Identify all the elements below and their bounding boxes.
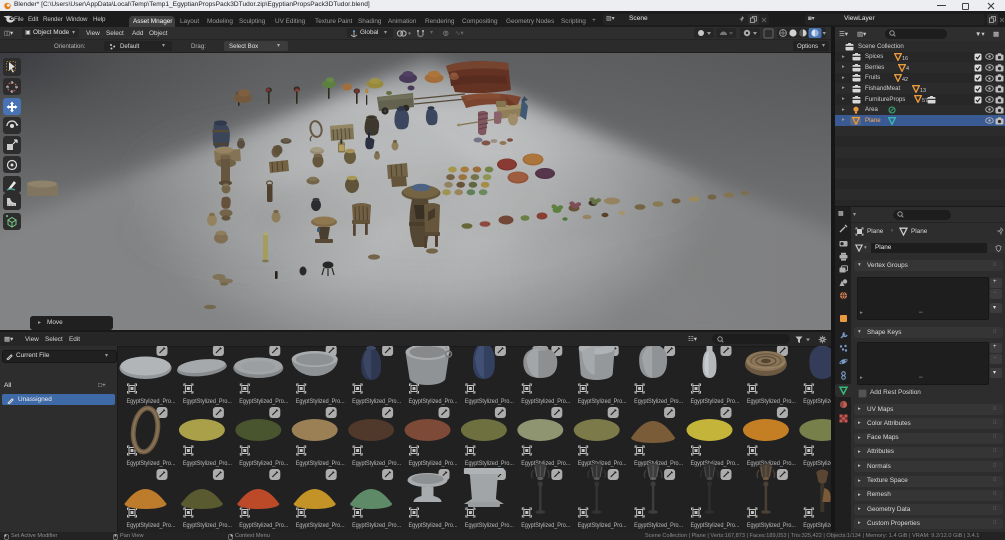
svg-text:EgyptStylized_Pro...: EgyptStylized_Pro... <box>239 398 288 405</box>
svg-text:EgyptStylized_Pro...: EgyptStylized_Pro... <box>465 460 514 467</box>
svg-text:EgyptStylized_Pro...: EgyptStylized_Pro... <box>183 398 232 405</box>
svg-text:EgyptStylized_Pro...: EgyptStylized_Pro... <box>521 522 570 529</box>
svg-text:EgyptStylized_Pro...: EgyptStylized_Pro... <box>239 460 288 467</box>
svg-text:EgyptStylized_Pro...: EgyptStylized_Pro... <box>803 522 831 529</box>
svg-text:EgyptStylized_Pro...: EgyptStylized_Pro... <box>691 398 740 405</box>
svg-text:EgyptStylized_Pro...: EgyptStylized_Pro... <box>634 522 683 529</box>
svg-text:EgyptStylized_Pro...: EgyptStylized_Pro... <box>465 522 514 529</box>
svg-text:EgyptStylized_Pro...: EgyptStylized_Pro... <box>296 460 345 467</box>
svg-text:EgyptStylized_Pro...: EgyptStylized_Pro... <box>747 522 796 529</box>
svg-text:EgyptStylized_Pro...: EgyptStylized_Pro... <box>183 522 232 529</box>
svg-text:EgyptStylized_Pro...: EgyptStylized_Pro... <box>296 398 345 405</box>
svg-text:EgyptStylized_Pro...: EgyptStylized_Pro... <box>803 398 831 405</box>
svg-text:EgyptStylized_Pro...: EgyptStylized_Pro... <box>239 522 288 529</box>
svg-text:EgyptStylized_Pro...: EgyptStylized_Pro... <box>634 398 683 405</box>
svg-text:EgyptStylized_Pro...: EgyptStylized_Pro... <box>578 398 627 405</box>
svg-text:EgyptStylized_Pro...: EgyptStylized_Pro... <box>409 460 458 467</box>
svg-text:EgyptStylized_Pro...: EgyptStylized_Pro... <box>578 522 627 529</box>
svg-text:EgyptStylized_Pro...: EgyptStylized_Pro... <box>521 398 570 405</box>
svg-text:EgyptStylized_Pro...: EgyptStylized_Pro... <box>465 398 514 405</box>
svg-text:EgyptStylized_Pro...: EgyptStylized_Pro... <box>691 522 740 529</box>
svg-text:EgyptStylized_Pro...: EgyptStylized_Pro... <box>183 460 232 467</box>
svg-text:EgyptStylized_Pro...: EgyptStylized_Pro... <box>352 522 401 529</box>
svg-text:EgyptStylized_Pro...: EgyptStylized_Pro... <box>803 460 831 467</box>
svg-text:EgyptStylized_Pro...: EgyptStylized_Pro... <box>409 398 458 405</box>
svg-text:EgyptStylized_Pro...: EgyptStylized_Pro... <box>352 398 401 405</box>
svg-text:EgyptStylized_Pro...: EgyptStylized_Pro... <box>127 522 176 529</box>
svg-text:EgyptStylized_Pro...: EgyptStylized_Pro... <box>409 522 458 529</box>
svg-text:EgyptStylized_Pro...: EgyptStylized_Pro... <box>747 398 796 405</box>
svg-text:EgyptStylized_Pro...: EgyptStylized_Pro... <box>352 460 401 467</box>
svg-text:EgyptStylized_Pro...: EgyptStylized_Pro... <box>296 522 345 529</box>
svg-text:EgyptStylized_Pro...: EgyptStylized_Pro... <box>127 460 176 467</box>
svg-text:EgyptStylized_Pro...: EgyptStylized_Pro... <box>127 398 176 405</box>
